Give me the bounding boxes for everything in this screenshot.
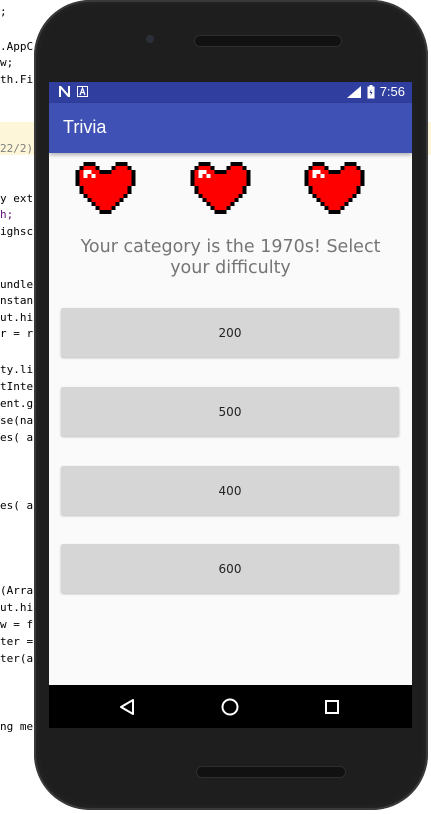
ide-code-line: tInte	[0, 380, 34, 393]
clock: 7:56	[379, 84, 405, 99]
difficulty-button-200[interactable]: 200	[61, 308, 399, 357]
ide-code-line: th.Fi	[0, 73, 34, 86]
recents-icon	[325, 700, 339, 714]
front-camera	[146, 35, 154, 43]
ide-code-line: h;	[0, 208, 14, 221]
back-icon	[120, 699, 134, 715]
recents-button[interactable]	[317, 692, 347, 722]
ide-code-line: es( a	[0, 431, 34, 444]
status-bar: 7:56	[49, 82, 412, 103]
ide-code-line: y ext	[0, 192, 34, 205]
signal-icon	[346, 85, 361, 98]
ide-code-line: es( a	[0, 499, 34, 512]
ide-code-line: ter(a	[0, 652, 34, 665]
pixel-heart-icon	[75, 162, 136, 214]
ide-code-line: ter =	[0, 635, 34, 648]
home-icon	[221, 698, 239, 716]
ide-code-line: ent.g	[0, 397, 34, 410]
ide-code-line: (Arra	[0, 584, 34, 597]
notification-a-icon	[77, 86, 88, 97]
ide-code-line: r = r	[0, 327, 34, 340]
ide-code-line: ut.hi	[0, 311, 34, 324]
ide-code-line: se(na	[0, 414, 34, 427]
difficulty-button-400[interactable]: 400	[61, 466, 399, 515]
ide-code-line: undle	[0, 278, 34, 291]
ide-code-line: .AppC	[0, 40, 34, 53]
device-screen: 7:56 Trivia Your category is the 1970s! …	[49, 82, 412, 728]
ide-code-line: nstan	[0, 294, 34, 307]
ide-code-line: 22/2)	[0, 142, 34, 155]
app-bar: Trivia	[49, 103, 412, 153]
ide-code-line: ty.li	[0, 363, 34, 376]
pixel-heart-icon	[190, 162, 251, 214]
difficulty-button-500[interactable]: 500	[61, 387, 399, 436]
earpiece-speaker	[194, 35, 342, 47]
bottom-speaker	[196, 766, 346, 778]
ide-code-line: ut.hi	[0, 601, 34, 614]
back-button[interactable]	[112, 692, 142, 722]
navigation-bar	[49, 685, 412, 728]
battery-icon	[367, 84, 375, 98]
home-button[interactable]	[215, 692, 245, 722]
ide-code-line: ;	[0, 5, 7, 18]
ide-code-line: ng me	[0, 720, 34, 733]
ide-code-line: w = f	[0, 618, 34, 631]
difficulty-button-600[interactable]: 600	[61, 544, 399, 593]
category-prompt: Your category is the 1970s! Select your …	[80, 237, 381, 278]
pixel-heart-icon	[304, 162, 365, 214]
ide-code-line: w;	[0, 56, 14, 69]
notification-n-icon	[59, 86, 70, 97]
app-title: Trivia	[63, 117, 107, 137]
ide-code-line: ighsc	[0, 225, 34, 238]
